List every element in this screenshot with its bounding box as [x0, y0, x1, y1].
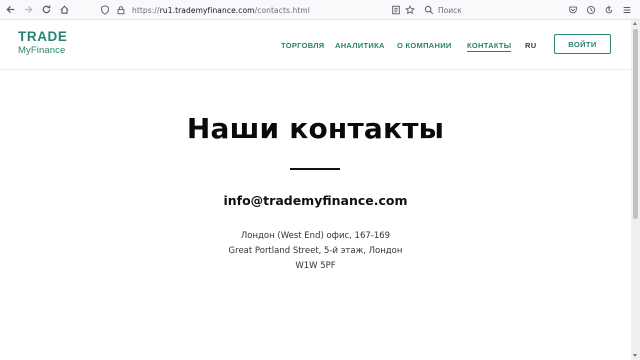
reload-icon[interactable] — [36, 0, 56, 20]
scroll-up-icon[interactable] — [633, 22, 637, 25]
contact-email[interactable]: info@trademyfinance.com — [0, 193, 631, 208]
reader-icon[interactable] — [389, 3, 403, 17]
page-title: Наши контакты — [186, 112, 445, 145]
address-line: Лондон (West End) офис, 167-169 — [240, 231, 391, 241]
search-icon — [424, 5, 434, 15]
contacts-section: Наши контакты info@trademyfinance.com Ло… — [0, 70, 631, 360]
nav-contacts[interactable]: КОНТАКТЫ — [467, 41, 512, 52]
url-actions — [389, 3, 417, 17]
office-address: Лондон (West End) офис, 167-169 Great Po… — [0, 229, 631, 274]
url-host: ru1.trademyfinance.com — [159, 5, 255, 15]
search-placeholder: Поиск — [438, 5, 462, 15]
browser-actions — [566, 3, 634, 17]
shield-icon[interactable] — [100, 5, 110, 15]
back-icon[interactable] — [0, 0, 20, 20]
search-box[interactable]: Поиск — [424, 3, 462, 17]
star-icon[interactable] — [403, 3, 417, 17]
site-logo[interactable]: TRADE MyFinance — [18, 30, 68, 55]
address-bar[interactable]: https://ru1.trademyfinance.com/contacts.… — [100, 3, 310, 17]
page-scrollbar[interactable] — [631, 20, 640, 360]
menu-icon[interactable] — [620, 3, 634, 17]
title-divider — [290, 168, 340, 170]
logo-top: TRADE — [18, 29, 68, 44]
sync-icon[interactable] — [602, 3, 616, 17]
address-line: Great Portland Street, 5-й этаж, Лондон — [228, 246, 403, 256]
address-line: W1W 5PF — [295, 261, 336, 271]
login-button[interactable]: ВОЙТИ — [554, 34, 611, 54]
forward-icon[interactable] — [18, 0, 38, 20]
home-icon[interactable] — [54, 0, 74, 20]
nav-trading[interactable]: ТОРГОВЛЯ — [281, 41, 325, 50]
url-text[interactable]: https://ru1.trademyfinance.com/contacts.… — [132, 6, 310, 15]
pocket-icon[interactable] — [566, 3, 580, 17]
history-icon[interactable] — [584, 3, 598, 17]
url-prefix: https:// — [132, 5, 160, 15]
scroll-thumb[interactable] — [633, 29, 638, 219]
scroll-down-icon[interactable] — [633, 354, 637, 357]
browser-toolbar: https://ru1.trademyfinance.com/contacts.… — [0, 0, 640, 20]
site-header: TRADE MyFinance ТОРГОВЛЯ АНАЛИТИКА О КОМ… — [0, 20, 631, 70]
language-switch[interactable]: RU — [525, 41, 536, 50]
nav-about[interactable]: О КОМПАНИИ — [397, 41, 452, 50]
nav-analytics[interactable]: АНАЛИТИКА — [335, 41, 385, 50]
logo-bottom: MyFinance — [18, 44, 66, 56]
url-path: /contacts.html — [254, 5, 310, 15]
lock-icon[interactable] — [116, 5, 126, 15]
